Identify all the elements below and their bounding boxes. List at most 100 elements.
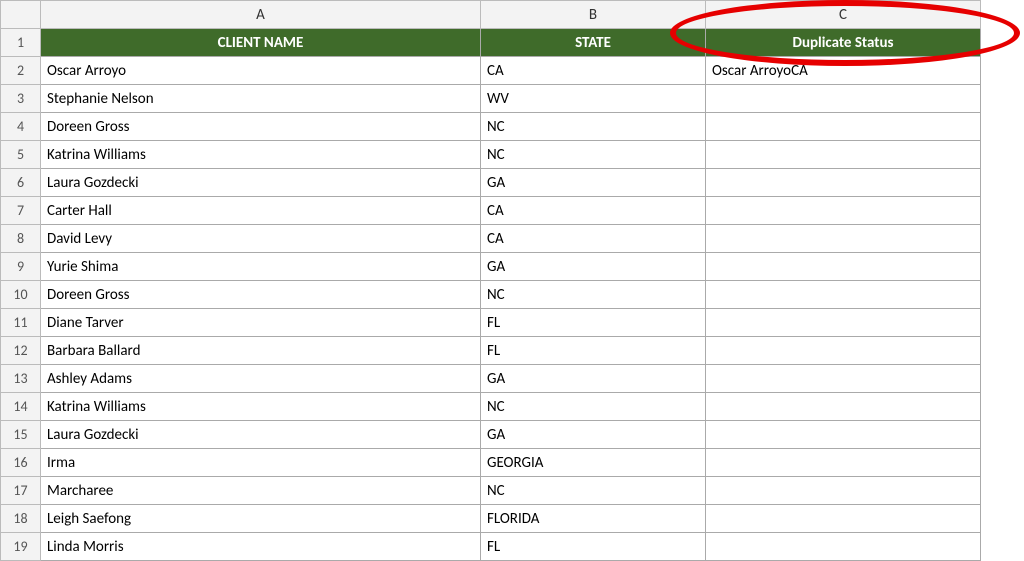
cell-duplicate[interactable] bbox=[706, 421, 981, 449]
cell-duplicate[interactable] bbox=[706, 169, 981, 197]
row-header[interactable]: 6 bbox=[1, 169, 41, 197]
cell-state[interactable]: FL bbox=[481, 309, 706, 337]
table-row: 3 Stephanie Nelson WV bbox=[1, 85, 981, 113]
cell-state[interactable]: CA bbox=[481, 197, 706, 225]
table-row: 1 CLIENT NAME STATE Duplicate Status bbox=[1, 29, 981, 57]
cell-duplicate[interactable] bbox=[706, 477, 981, 505]
column-header-A[interactable]: A bbox=[41, 1, 481, 29]
row-header[interactable]: 4 bbox=[1, 113, 41, 141]
cell-state[interactable]: FL bbox=[481, 337, 706, 365]
cell-duplicate[interactable] bbox=[706, 225, 981, 253]
row-header[interactable]: 12 bbox=[1, 337, 41, 365]
table-row: 12 Barbara Ballard FL bbox=[1, 337, 981, 365]
cell-duplicate[interactable] bbox=[706, 197, 981, 225]
row-header[interactable]: 16 bbox=[1, 449, 41, 477]
cell-client-name[interactable]: Diane Tarver bbox=[41, 309, 481, 337]
cell-client-name[interactable]: Laura Gozdecki bbox=[41, 421, 481, 449]
spreadsheet-grid[interactable]: A B C 1 CLIENT NAME STATE Duplicate Stat… bbox=[0, 0, 981, 561]
row-header[interactable]: 8 bbox=[1, 225, 41, 253]
cell-duplicate[interactable] bbox=[706, 141, 981, 169]
table-row: 17 Marcharee NC bbox=[1, 477, 981, 505]
table-row: 4 Doreen Gross NC bbox=[1, 113, 981, 141]
cell-duplicate[interactable] bbox=[706, 533, 981, 561]
cell-state[interactable]: NC bbox=[481, 281, 706, 309]
cell-state[interactable]: FLORIDA bbox=[481, 505, 706, 533]
cell-client-name[interactable]: Irma bbox=[41, 449, 481, 477]
cell-state[interactable]: GA bbox=[481, 421, 706, 449]
cell-duplicate[interactable] bbox=[706, 505, 981, 533]
cell-client-name[interactable]: Leigh Saefong bbox=[41, 505, 481, 533]
row-header[interactable]: 14 bbox=[1, 393, 41, 421]
table-row: 15 Laura Gozdecki GA bbox=[1, 421, 981, 449]
cell-state[interactable]: WV bbox=[481, 85, 706, 113]
row-header[interactable]: 19 bbox=[1, 533, 41, 561]
row-header[interactable]: 17 bbox=[1, 477, 41, 505]
row-header[interactable]: 18 bbox=[1, 505, 41, 533]
cell-client-name[interactable]: Oscar Arroyo bbox=[41, 57, 481, 85]
cell-duplicate[interactable] bbox=[706, 365, 981, 393]
cell-client-name[interactable]: Ashley Adams bbox=[41, 365, 481, 393]
row-header[interactable]: 9 bbox=[1, 253, 41, 281]
cell-state[interactable]: CA bbox=[481, 57, 706, 85]
table-row: 8 David Levy CA bbox=[1, 225, 981, 253]
select-all-corner[interactable] bbox=[1, 1, 41, 29]
cell-client-name[interactable]: Carter Hall bbox=[41, 197, 481, 225]
cell-client-name[interactable]: Barbara Ballard bbox=[41, 337, 481, 365]
row-header[interactable]: 5 bbox=[1, 141, 41, 169]
cell-duplicate[interactable] bbox=[706, 253, 981, 281]
cell-duplicate[interactable] bbox=[706, 113, 981, 141]
row-header[interactable]: 15 bbox=[1, 421, 41, 449]
table-row: 5 Katrina Williams NC bbox=[1, 141, 981, 169]
row-header[interactable]: 1 bbox=[1, 29, 41, 57]
table-row: 7 Carter Hall CA bbox=[1, 197, 981, 225]
row-header[interactable]: 7 bbox=[1, 197, 41, 225]
cell-duplicate[interactable] bbox=[706, 85, 981, 113]
cell-client-name[interactable]: David Levy bbox=[41, 225, 481, 253]
table-row: 14 Katrina Williams NC bbox=[1, 393, 981, 421]
row-header[interactable]: 3 bbox=[1, 85, 41, 113]
cell-state[interactable]: FL bbox=[481, 533, 706, 561]
header-duplicate-status[interactable]: Duplicate Status bbox=[706, 29, 981, 57]
cell-client-name[interactable]: Yurie Shima bbox=[41, 253, 481, 281]
cell-duplicate[interactable] bbox=[706, 393, 981, 421]
column-header-B[interactable]: B bbox=[481, 1, 706, 29]
cell-state[interactable]: CA bbox=[481, 225, 706, 253]
cell-state[interactable]: NC bbox=[481, 141, 706, 169]
cell-state[interactable]: NC bbox=[481, 393, 706, 421]
row-header[interactable]: 10 bbox=[1, 281, 41, 309]
cell-state[interactable]: GA bbox=[481, 365, 706, 393]
cell-state[interactable]: GEORGIA bbox=[481, 449, 706, 477]
table-row: 9 Yurie Shima GA bbox=[1, 253, 981, 281]
cell-client-name[interactable]: Katrina Williams bbox=[41, 393, 481, 421]
cell-client-name[interactable]: Marcharee bbox=[41, 477, 481, 505]
cell-duplicate[interactable] bbox=[706, 309, 981, 337]
cell-state[interactable]: NC bbox=[481, 477, 706, 505]
cell-state[interactable]: GA bbox=[481, 169, 706, 197]
table-row: 6 Laura Gozdecki GA bbox=[1, 169, 981, 197]
cell-client-name[interactable]: Katrina Williams bbox=[41, 141, 481, 169]
cell-client-name[interactable]: Laura Gozdecki bbox=[41, 169, 481, 197]
cell-duplicate[interactable] bbox=[706, 281, 981, 309]
cell-client-name[interactable]: Linda Morris bbox=[41, 533, 481, 561]
table-row: 13 Ashley Adams GA bbox=[1, 365, 981, 393]
table-row: 19 Linda Morris FL bbox=[1, 533, 981, 561]
table-row: 11 Diane Tarver FL bbox=[1, 309, 981, 337]
column-letter-row: A B C bbox=[1, 1, 981, 29]
cell-client-name[interactable]: Doreen Gross bbox=[41, 113, 481, 141]
cell-duplicate[interactable]: Oscar ArroyoCA bbox=[706, 57, 981, 85]
column-header-C[interactable]: C bbox=[706, 1, 981, 29]
row-header[interactable]: 11 bbox=[1, 309, 41, 337]
cell-duplicate[interactable] bbox=[706, 449, 981, 477]
table-row: 16 Irma GEORGIA bbox=[1, 449, 981, 477]
row-header[interactable]: 2 bbox=[1, 57, 41, 85]
cell-state[interactable]: GA bbox=[481, 253, 706, 281]
header-state[interactable]: STATE bbox=[481, 29, 706, 57]
cell-state[interactable]: NC bbox=[481, 113, 706, 141]
cell-client-name[interactable]: Stephanie Nelson bbox=[41, 85, 481, 113]
row-header[interactable]: 13 bbox=[1, 365, 41, 393]
cell-client-name[interactable]: Doreen Gross bbox=[41, 281, 481, 309]
cell-duplicate[interactable] bbox=[706, 337, 981, 365]
table-row: 18 Leigh Saefong FLORIDA bbox=[1, 505, 981, 533]
table-row: 2 Oscar Arroyo CA Oscar ArroyoCA bbox=[1, 57, 981, 85]
header-client-name[interactable]: CLIENT NAME bbox=[41, 29, 481, 57]
